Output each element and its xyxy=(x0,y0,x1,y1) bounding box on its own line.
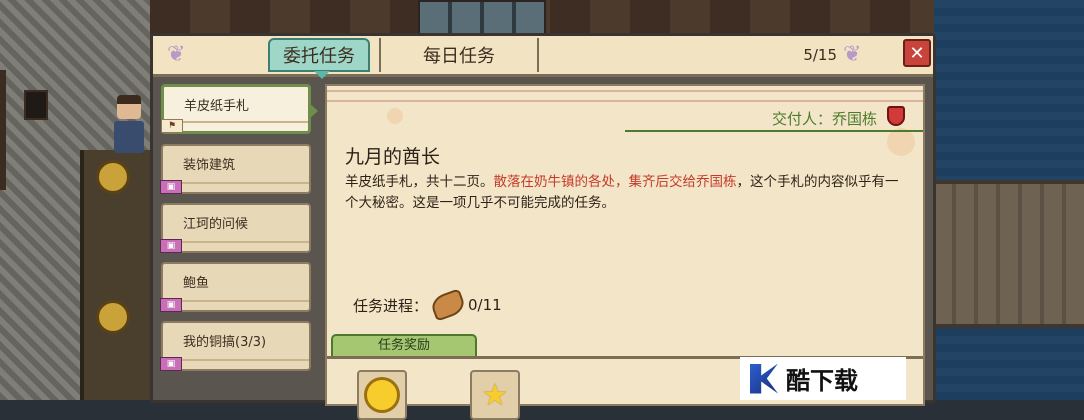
reward-slot-coin[interactable] xyxy=(357,370,407,420)
swirl-ornament-icon: ❦ xyxy=(843,42,862,67)
selected-pointer-icon xyxy=(308,102,318,120)
quest-item-abalone[interactable]: 鲍鱼 ▣ xyxy=(160,262,311,312)
reward-slot-star[interactable]: ★ xyxy=(470,370,520,420)
bridge xyxy=(934,180,1084,328)
npc-body xyxy=(114,121,144,153)
paper-spot xyxy=(887,128,915,156)
coin-icon xyxy=(364,377,400,413)
street-lamp xyxy=(0,70,48,190)
quest-item-label: 江珂的问候 xyxy=(183,217,249,232)
divider xyxy=(164,121,308,123)
quest-description: 羊皮纸手札，共十二页。散落在奶牛镇的各处，集齐后交给乔国栋，这个手札的内容似乎有… xyxy=(345,172,905,214)
divider xyxy=(163,241,309,243)
divider xyxy=(163,300,309,302)
paper-spot xyxy=(387,108,403,124)
tab-label: 每日任务 xyxy=(423,46,495,67)
progress-label: 任务进程： xyxy=(353,296,429,315)
close-icon: ✕ xyxy=(909,42,925,64)
tower-ornament xyxy=(96,300,130,334)
divider xyxy=(163,359,309,361)
quest-dialog: ❦ ❦ 委托任务 每日任务 5/15 ✕ 羊皮纸手札 ⚑ 装饰建筑 ▣ 江珂的问… xyxy=(150,33,936,420)
tower-ornament xyxy=(96,160,130,194)
desc-text: 羊皮纸手札，共十二页。 xyxy=(345,174,494,190)
quest-giver: 交付人：乔国栋 xyxy=(771,110,877,128)
divider xyxy=(163,182,309,184)
swirl-ornament-icon: ❦ xyxy=(167,42,186,67)
tab-commission[interactable]: 委托任务 xyxy=(268,38,370,79)
shield-icon xyxy=(887,106,905,126)
quest-item-parchment[interactable]: 羊皮纸手札 ⚑ xyxy=(161,84,318,134)
desc-separator: ， xyxy=(615,174,629,190)
tab-daily[interactable]: 每日任务 xyxy=(379,38,539,72)
giver-underline xyxy=(625,130,923,132)
reward-tab-label: 任务奖励 xyxy=(377,338,430,353)
watermark-text: 酷下载 xyxy=(786,367,858,395)
bread-icon xyxy=(428,288,468,322)
watermark: 酷下载 xyxy=(740,357,906,400)
gift-icon: ▣ xyxy=(160,298,182,312)
star-icon: ★ xyxy=(481,377,509,413)
building-window xyxy=(418,0,546,36)
quest-progress: 任务进程： 0/11 xyxy=(353,288,502,322)
quest-item-label: 我的铜搞(3/3) xyxy=(183,335,267,350)
close-button[interactable]: ✕ xyxy=(903,39,931,67)
gift-icon: ▣ xyxy=(160,357,182,371)
progress-value: 0/11 xyxy=(468,296,502,314)
quest-count: 5/15 xyxy=(803,46,837,64)
quest-item-copper[interactable]: 我的铜搞(3/3) ▣ xyxy=(160,321,311,371)
quest-title: 九月的酋长 xyxy=(345,146,441,168)
watermark-logo-icon xyxy=(750,363,778,394)
reward-tab[interactable]: 任务奖励 xyxy=(331,334,477,358)
panel-border-decoration xyxy=(327,90,923,102)
dialog-header: ❦ ❦ 委托任务 每日任务 5/15 ✕ xyxy=(153,36,933,79)
quest-item-label: 装饰建筑 xyxy=(183,158,236,173)
npc-head xyxy=(117,95,141,119)
desc-highlight: 散落在奶牛镇的各处 xyxy=(493,174,616,190)
gift-icon: ▣ xyxy=(160,239,182,253)
gift-icon: ▣ xyxy=(160,180,182,194)
flag-icon: ⚑ xyxy=(161,119,183,133)
quest-item-decoration[interactable]: 装饰建筑 ▣ xyxy=(160,144,311,194)
quest-list: 羊皮纸手札 ⚑ 装饰建筑 ▣ 江珂的问候 ▣ 鲍鱼 ▣ 我的铜搞(3/3) ▣ xyxy=(160,84,319,404)
quest-item-label: 鲍鱼 xyxy=(183,276,210,291)
quest-item-label: 羊皮纸手札 xyxy=(184,99,250,114)
tab-label: 委托任务 xyxy=(283,46,355,67)
quest-item-greeting[interactable]: 江珂的问候 ▣ xyxy=(160,203,311,253)
npc-villager[interactable] xyxy=(112,95,146,155)
desc-highlight: 集齐后交给乔国栋 xyxy=(628,174,737,190)
